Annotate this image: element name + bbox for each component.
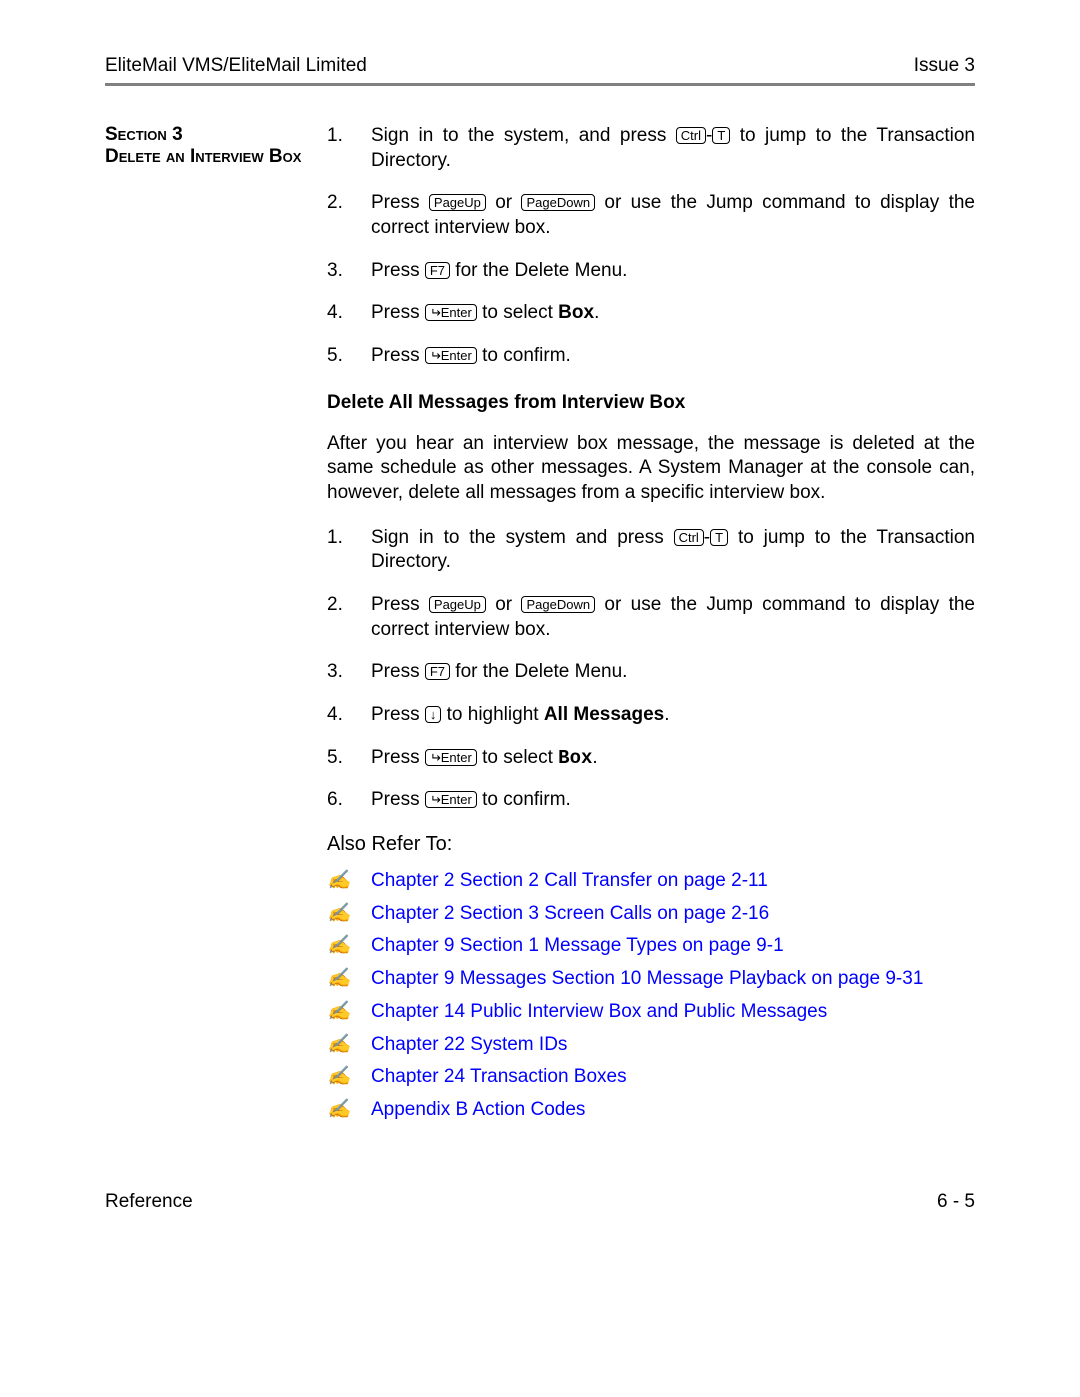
pencil-icon: ✍ xyxy=(327,967,371,992)
reference-link[interactable]: Appendix B Action Codes xyxy=(371,1098,585,1123)
steps-list-2: 1. Sign in to the system and press Ctrl-… xyxy=(327,526,975,814)
list-item: 6. Press ↵Enter to confirm. xyxy=(327,788,975,813)
page-header: EliteMail VMS/EliteMail Limited Issue 3 xyxy=(105,55,975,86)
key-pageup: PageUp xyxy=(429,194,486,211)
list-item: 4. Press ↓ to highlight All Messages. xyxy=(327,703,975,728)
step-text: Sign in to the system and press Ctrl-T t… xyxy=(371,526,975,575)
pencil-icon: ✍ xyxy=(327,1000,371,1025)
reference-item: ✍Appendix B Action Codes xyxy=(327,1098,975,1123)
step-text: Press ↓ to highlight All Messages. xyxy=(371,703,975,728)
key-pagedown: PageDown xyxy=(521,596,595,613)
key-f7: F7 xyxy=(425,663,450,680)
step-text: Press PageUp or PageDown or use the Jump… xyxy=(371,593,975,642)
step-number: 5. xyxy=(327,344,371,369)
step-text: Sign in to the system, and press Ctrl-T … xyxy=(371,124,975,173)
pencil-icon: ✍ xyxy=(327,1098,371,1123)
reference-link[interactable]: Chapter 24 Transaction Boxes xyxy=(371,1065,627,1090)
step-number: 4. xyxy=(327,301,371,326)
footer-left: Reference xyxy=(105,1191,193,1213)
step-number: 4. xyxy=(327,703,371,728)
section-heading: Section 3 Delete an Interview Box xyxy=(105,124,327,168)
reference-link[interactable]: Chapter 2 Section 2 Call Transfer on pag… xyxy=(371,869,768,894)
reference-item: ✍Chapter 2 Section 3 Screen Calls on pag… xyxy=(327,902,975,927)
steps-list-1: 1. Sign in to the system, and press Ctrl… xyxy=(327,124,975,369)
step-number: 3. xyxy=(327,660,371,685)
key-enter: ↵Enter xyxy=(425,749,477,766)
step-text: Press ↵Enter to select Box. xyxy=(371,746,975,771)
list-item: 3. Press F7 for the Delete Menu. xyxy=(327,259,975,284)
key-enter: ↵Enter xyxy=(425,304,477,321)
reference-item: ✍Chapter 2 Section 2 Call Transfer on pa… xyxy=(327,869,975,894)
step-number: 2. xyxy=(327,191,371,240)
list-item: 2. Press PageUp or PageDown or use the J… xyxy=(327,593,975,642)
list-item: 4. Press ↵Enter to select Box. xyxy=(327,301,975,326)
pencil-icon: ✍ xyxy=(327,902,371,927)
step-number: 2. xyxy=(327,593,371,642)
list-item: 3. Press F7 for the Delete Menu. xyxy=(327,660,975,685)
reference-link[interactable]: Chapter 2 Section 3 Screen Calls on page… xyxy=(371,902,769,927)
reference-link[interactable]: Chapter 14 Public Interview Box and Publ… xyxy=(371,1000,827,1025)
step-text: Press F7 for the Delete Menu. xyxy=(371,259,975,284)
key-f7: F7 xyxy=(425,262,450,279)
pencil-icon: ✍ xyxy=(327,934,371,959)
reference-item: ✍Chapter 22 System IDs xyxy=(327,1033,975,1058)
footer-right: 6 - 5 xyxy=(937,1191,975,1213)
page: EliteMail VMS/EliteMail Limited Issue 3 … xyxy=(0,0,1080,1263)
step-text: Press PageUp or PageDown or use the Jump… xyxy=(371,191,975,240)
pencil-icon: ✍ xyxy=(327,1065,371,1090)
reference-link[interactable]: Chapter 22 System IDs xyxy=(371,1033,567,1058)
reference-item: ✍Chapter 9 Section 1 Message Types on pa… xyxy=(327,934,975,959)
reference-item: ✍Chapter 24 Transaction Boxes xyxy=(327,1065,975,1090)
pencil-icon: ✍ xyxy=(327,1033,371,1058)
reference-item: ✍Chapter 14 Public Interview Box and Pub… xyxy=(327,1000,975,1025)
list-item: 5. Press ↵Enter to select Box. xyxy=(327,746,975,771)
key-down: ↓ xyxy=(425,706,442,723)
pencil-icon: ✍ xyxy=(327,869,371,894)
references-list: ✍Chapter 2 Section 2 Call Transfer on pa… xyxy=(327,869,975,1123)
key-ctrl: Ctrl xyxy=(676,127,706,144)
step-text: Press ↵Enter to confirm. xyxy=(371,344,975,369)
reference-item: ✍Chapter 9 Messages Section 10 Message P… xyxy=(327,967,975,992)
subheading: Delete All Messages from Interview Box xyxy=(327,391,975,416)
header-left: EliteMail VMS/EliteMail Limited xyxy=(105,55,367,77)
content-column: 1. Sign in to the system, and press Ctrl… xyxy=(327,124,975,1131)
key-enter: ↵Enter xyxy=(425,347,477,364)
also-refer-heading: Also Refer To: xyxy=(327,831,975,857)
section-title: Delete an Interview Box xyxy=(105,146,327,168)
step-text: Press ↵Enter to confirm. xyxy=(371,788,975,813)
paragraph: After you hear an interview box message,… xyxy=(327,432,975,506)
key-pagedown: PageDown xyxy=(521,194,595,211)
step-number: 5. xyxy=(327,746,371,771)
step-number: 1. xyxy=(327,526,371,575)
key-ctrl: Ctrl xyxy=(674,529,704,546)
list-item: 1. Sign in to the system, and press Ctrl… xyxy=(327,124,975,173)
key-enter: ↵Enter xyxy=(425,791,477,808)
step-number: 3. xyxy=(327,259,371,284)
step-number: 6. xyxy=(327,788,371,813)
list-item: 2. Press PageUp or PageDown or use the J… xyxy=(327,191,975,240)
page-footer: Reference 6 - 5 xyxy=(105,1191,975,1213)
key-pageup: PageUp xyxy=(429,596,486,613)
reference-link[interactable]: Chapter 9 Messages Section 10 Message Pl… xyxy=(371,967,923,992)
key-t: T xyxy=(712,127,730,144)
reference-link[interactable]: Chapter 9 Section 1 Message Types on pag… xyxy=(371,934,784,959)
list-item: 5. Press ↵Enter to confirm. xyxy=(327,344,975,369)
key-t: T xyxy=(710,529,728,546)
main-columns: Section 3 Delete an Interview Box 1. Sig… xyxy=(105,124,975,1131)
section-number: Section 3 xyxy=(105,124,327,146)
list-item: 1. Sign in to the system and press Ctrl-… xyxy=(327,526,975,575)
step-number: 1. xyxy=(327,124,371,173)
step-text: Press F7 for the Delete Menu. xyxy=(371,660,975,685)
step-text: Press ↵Enter to select Box. xyxy=(371,301,975,326)
header-right: Issue 3 xyxy=(914,55,975,77)
